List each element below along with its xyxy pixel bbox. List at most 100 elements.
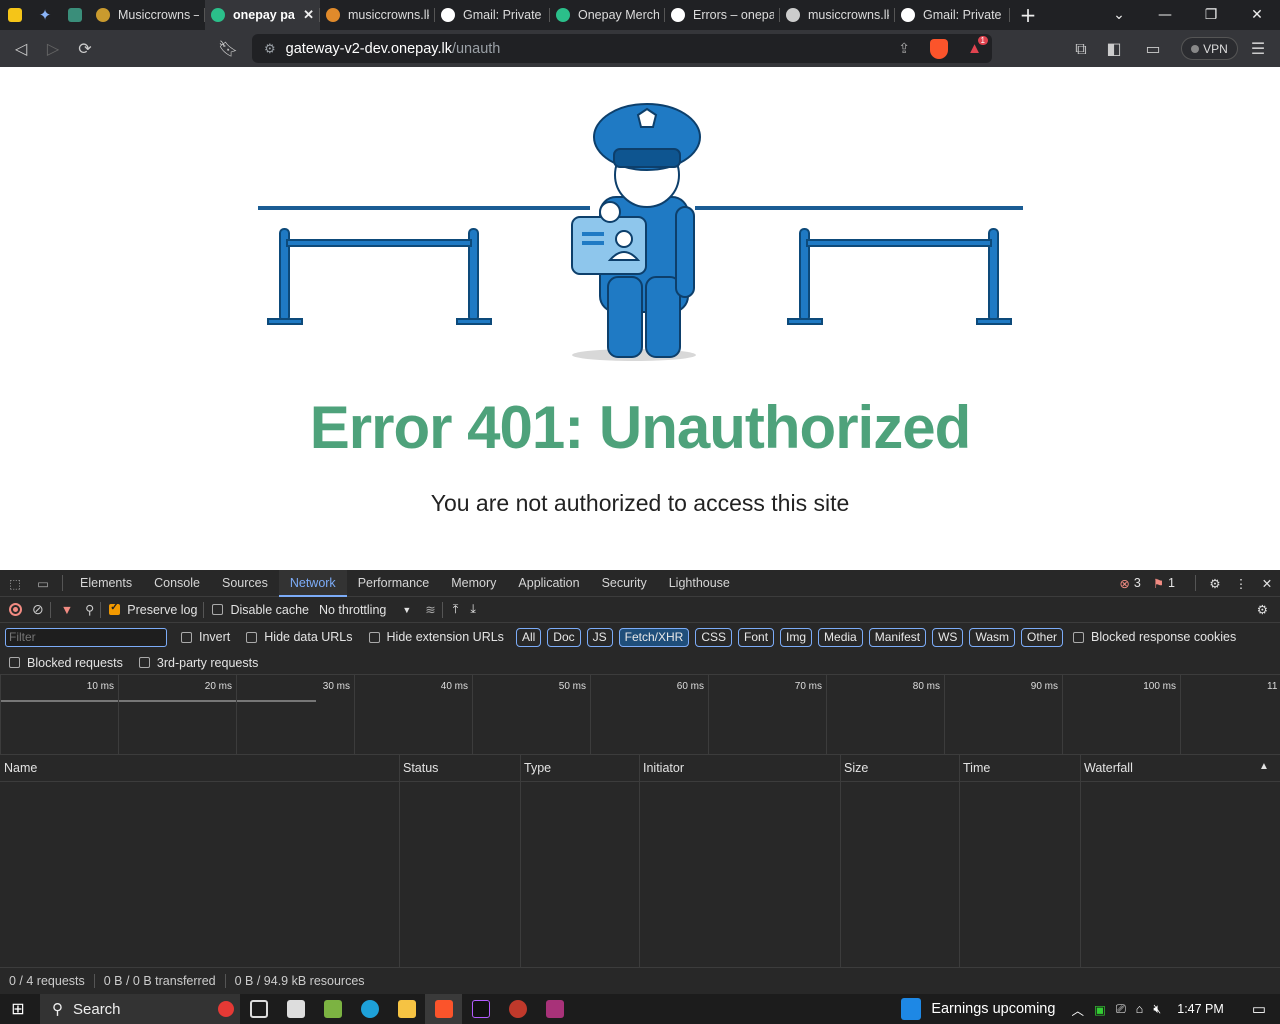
blocked-cookies-checkbox[interactable] [1073,631,1085,643]
filter-chip-fetch-xhr[interactable]: Fetch/XHR [618,627,690,647]
column-header-type[interactable]: Type [524,761,551,775]
column-header-status[interactable]: Status [403,761,438,775]
phpstorm-icon[interactable] [462,994,499,1024]
filter-chip-all[interactable]: All [515,627,542,647]
filter-chip-wasm[interactable]: Wasm [969,627,1015,647]
back-button[interactable]: ◁ [5,39,37,58]
filter-chip-img[interactable]: Img [780,627,813,647]
device-toolbar-icon[interactable]: ▭ [30,576,56,591]
share-icon[interactable]: ⇪ [898,40,910,57]
record-icon[interactable] [9,603,22,616]
settings-gear-icon[interactable]: ⚙ [1202,576,1228,591]
inspect-element-icon[interactable]: ⬚ [0,576,30,591]
sort-ascending-icon[interactable]: ▲ [1259,761,1269,772]
devtools-tab-sources[interactable]: Sources [211,570,279,597]
close-devtools-icon[interactable]: ✕ [1254,576,1280,591]
qr-app-icon[interactable] [277,994,314,1024]
vpn-button[interactable]: VPN [1181,37,1238,60]
browser-tab[interactable]: Gmail: Private [435,0,550,30]
green-tray-icon[interactable]: ▣ [1094,1002,1106,1017]
sidebar-icon[interactable]: ◧ [1098,39,1130,58]
browser-tab[interactable]: musiccrowns.lk [320,0,435,30]
filter-funnel-icon[interactable]: ▼ [61,603,73,617]
green-app-icon[interactable] [314,994,351,1024]
filter-chip-font[interactable]: Font [738,627,775,647]
minimize-button[interactable]: — [1142,7,1188,23]
column-header-size[interactable]: Size [844,761,868,775]
news-widget-label[interactable]: Earnings upcoming [931,1001,1055,1017]
tab-search-chevron-icon[interactable]: ⌄ [1096,7,1142,23]
network-overview-timeline[interactable]: 10 ms 20 ms 30 ms 40 ms 50 ms 60 ms 70 ms 80 ms… [0,675,1280,755]
disable-cache-checkbox[interactable] [212,604,224,615]
windows-start-icon[interactable]: ⊞ [0,999,36,1019]
column-header-waterfall[interactable]: Waterfall [1084,761,1133,775]
address-bar[interactable]: ⚙ gateway-v2-dev.onepay.lk/unauth ⇪ ▲ 1 [252,34,992,63]
throttling-select[interactable]: No throttling [319,603,386,617]
winrar-icon[interactable] [536,994,573,1024]
menu-icon[interactable]: ☰ [1242,39,1274,58]
network-conditions-icon[interactable]: ≋ [425,602,435,617]
devtools-tab-security[interactable]: Security [591,570,658,597]
wallet-icon[interactable]: ▭ [1137,39,1169,58]
task-view-icon[interactable] [240,994,277,1024]
extensions-icon[interactable]: ⧉ [1065,39,1097,59]
network-icon[interactable]: ⌂ [1136,1002,1144,1016]
bookmark-icon[interactable]: 🔖︎ [212,39,244,58]
edge-icon[interactable] [351,994,388,1024]
pinned-tab-yellow[interactable] [0,0,30,30]
hide-data-urls-checkbox[interactable] [246,631,258,643]
reload-button[interactable]: ⟳ [69,39,101,58]
devtools-tab-memory[interactable]: Memory [440,570,507,597]
filter-input[interactable] [5,627,167,647]
export-har-icon[interactable]: ⤓ [470,602,476,617]
filter-chip-manifest[interactable]: Manifest [868,627,927,647]
filter-chip-media[interactable]: Media [818,627,863,647]
devtools-tab-lighthouse[interactable]: Lighthouse [658,570,741,597]
devtools-tab-application[interactable]: Application [507,570,590,597]
preserve-log-checkbox[interactable] [109,602,121,615]
chevron-down-icon[interactable]: ▼ [402,605,411,615]
filter-chip-other[interactable]: Other [1021,627,1064,647]
postman-icon[interactable] [499,994,536,1024]
clock[interactable]: 1:47 PM [1177,1002,1224,1016]
restore-button[interactable]: ❐ [1188,7,1234,23]
browser-tab[interactable]: musiccrowns.lk [780,0,895,30]
more-options-icon[interactable]: ⋮ [1228,576,1254,591]
news-widget-icon[interactable] [901,998,922,1020]
error-count[interactable]: 3 [1134,576,1141,590]
site-info-icon[interactable]: ⚙ [264,41,276,57]
filter-chip-css[interactable]: CSS [695,627,733,647]
filter-chip-ws[interactable]: WS [932,627,964,647]
browser-tab[interactable]: Musiccrowns – [90,0,205,30]
browser-tab[interactable]: Errors – onepa [665,0,780,30]
devtools-tab-network[interactable]: Network [278,569,347,597]
import-har-icon[interactable]: ⤒ [453,602,459,617]
issue-count[interactable]: 1 [1168,576,1175,590]
column-header-initiator[interactable]: Initiator [643,761,684,775]
pinned-tab-gemini[interactable]: ✦ [30,0,60,30]
issue-icon[interactable]: ⚑ [1153,576,1164,591]
devtools-tab-console[interactable]: Console [143,570,211,597]
devtools-tab-elements[interactable]: Elements [69,570,143,597]
devtools-tab-performance[interactable]: Performance [347,570,441,597]
filter-chip-js[interactable]: JS [586,627,613,647]
network-settings-icon[interactable]: ⚙ [1257,602,1268,617]
browser-tab[interactable]: Onepay Merch [550,0,665,30]
blocked-requests-checkbox[interactable] [9,657,20,668]
brave-taskbar-icon[interactable] [425,994,462,1024]
column-header-name[interactable]: Name [4,761,37,775]
close-window-button[interactable]: ✕ [1234,7,1280,23]
new-tab-button[interactable]: + [1010,3,1046,27]
search-icon[interactable]: ⚲ [85,602,94,617]
pinned-tab-chatgpt[interactable] [60,0,90,30]
error-icon[interactable]: ⊗ [1119,576,1129,591]
filter-chip-doc[interactable]: Doc [547,627,581,647]
tray-chevron-icon[interactable]: ︿ [1071,1000,1084,1019]
third-party-checkbox[interactable] [138,657,150,668]
volume-muted-icon[interactable]: 🔇︎ [1153,1002,1161,1017]
taskbar-search[interactable]: ⚲ Search [40,994,240,1024]
hide-extension-urls-checkbox[interactable] [368,631,380,643]
column-header-time[interactable]: Time [963,761,990,775]
meet-icon[interactable]: ⎚ [1116,1002,1126,1017]
clear-icon[interactable]: ⊘ [32,601,44,618]
